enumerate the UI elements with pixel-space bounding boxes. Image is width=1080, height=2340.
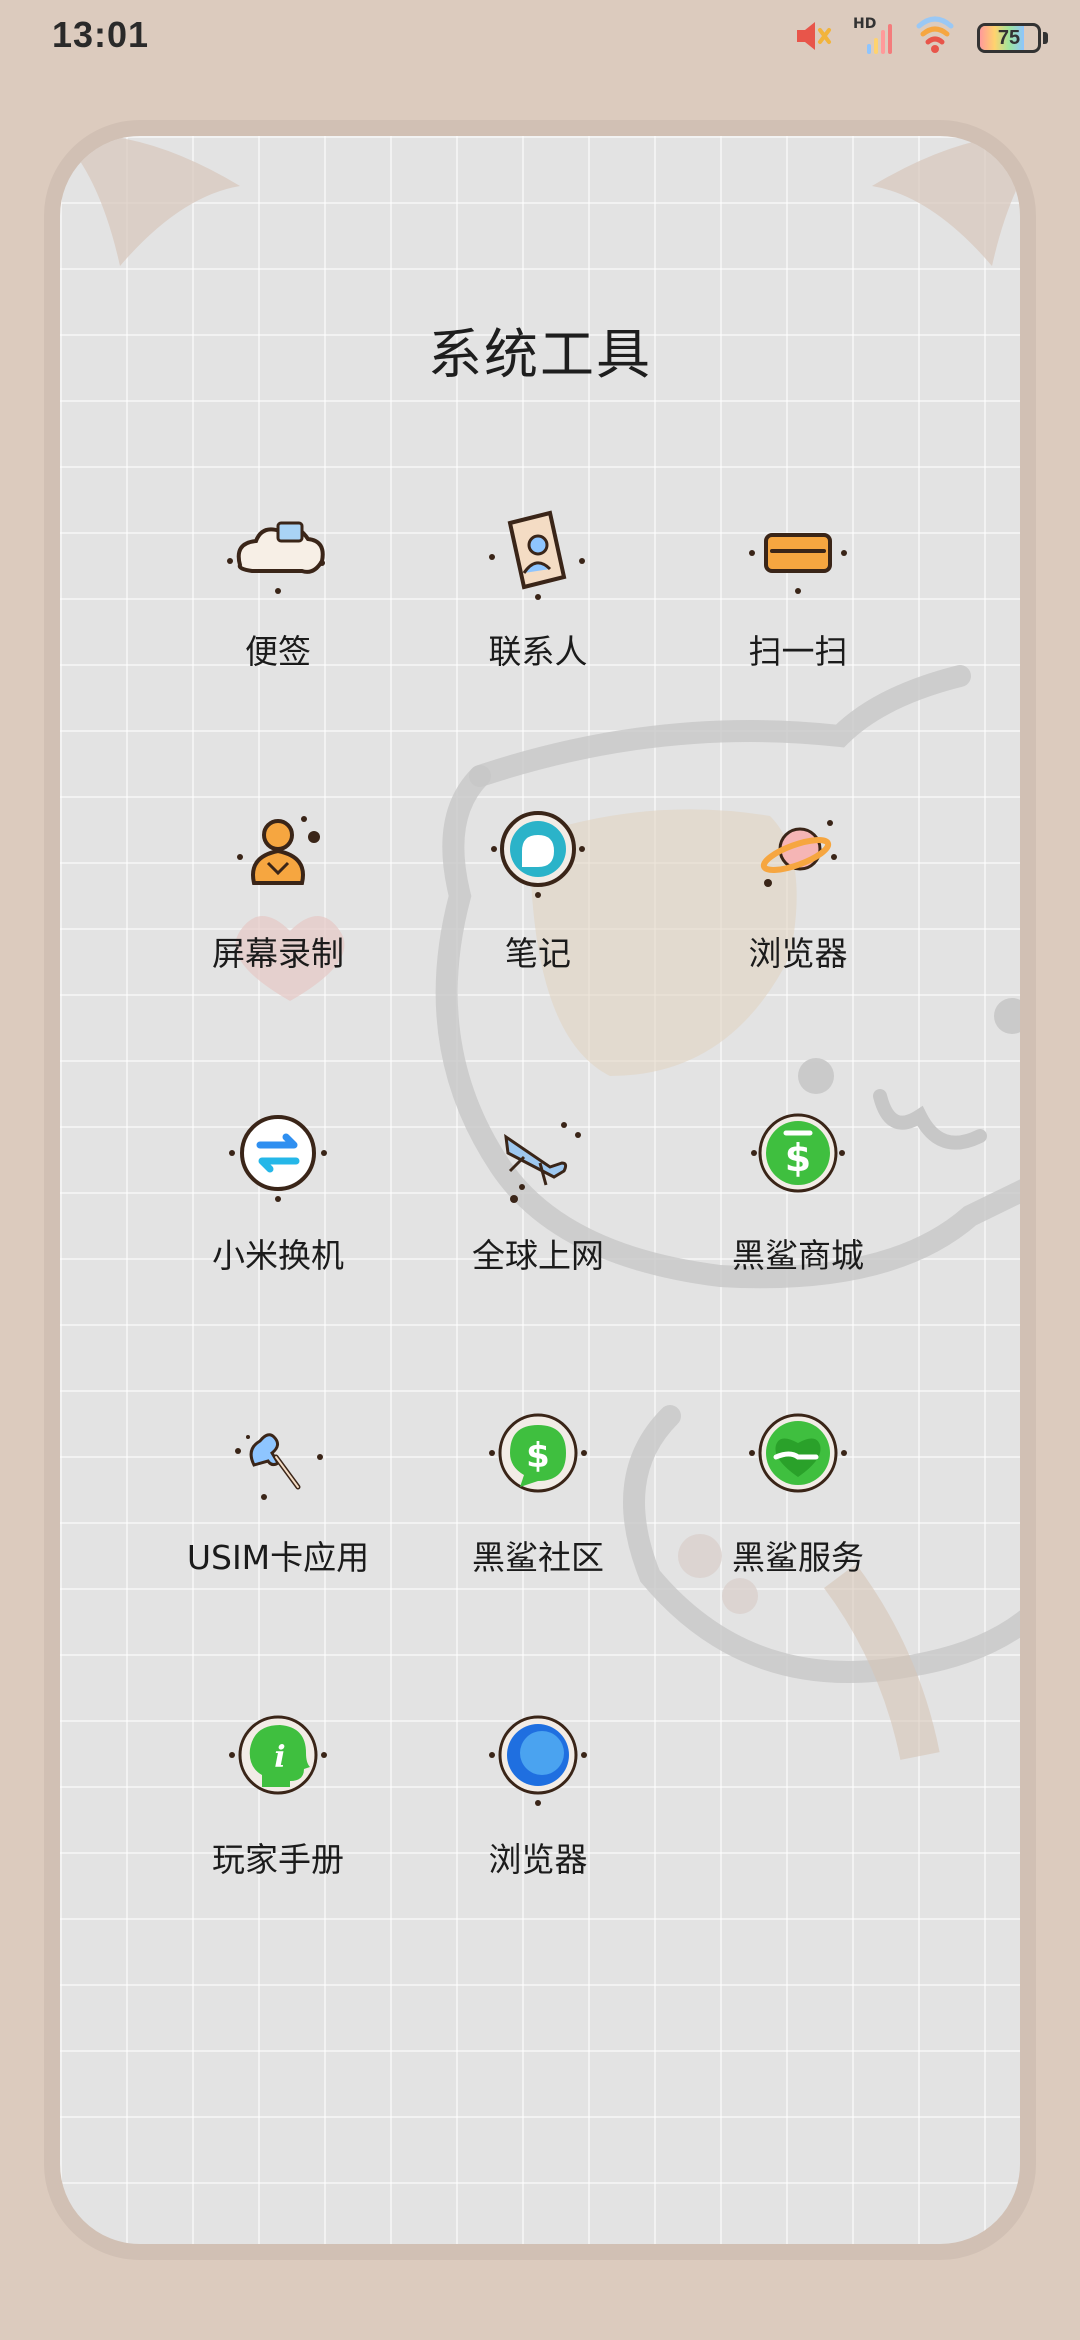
app-label: 便签 <box>245 632 311 671</box>
blue-browser-icon <box>489 1715 587 1806</box>
app-label: 黑鲨商城 <box>732 1236 864 1275</box>
app-label: 笔记 <box>505 934 571 973</box>
app-notes-bubble[interactable]: 笔记 <box>428 797 648 1037</box>
app-planet-browser[interactable]: 浏览器 <box>688 797 908 1037</box>
app-blackshark-service[interactable]: 黑鲨服务 <box>688 1401 908 1641</box>
planet-browser-icon <box>760 820 837 887</box>
app-label: 扫一扫 <box>748 632 848 671</box>
community-dollar-icon: $ <box>489 1413 587 1493</box>
service-heart-icon <box>749 1413 847 1493</box>
app-label: 屏幕录制 <box>212 934 344 973</box>
axe-icon <box>235 1433 323 1500</box>
app-grid: 便签 联系人 扫一扫 屏幕录制 笔记 浏览器 小米换机 全球上网 $ 黑鲨商城 … <box>0 0 1080 2340</box>
transfer-arrows-icon <box>229 1115 327 1202</box>
svg-text:$: $ <box>785 1136 811 1180</box>
app-label: 黑鲨服务 <box>732 1538 864 1577</box>
app-notes[interactable]: 便签 <box>168 495 388 735</box>
contacts-icon <box>489 510 585 600</box>
shop-dollar-icon: $ <box>751 1113 845 1193</box>
app-label: USIM卡应用 <box>186 1538 370 1577</box>
app-blue-browser[interactable]: 浏览器 <box>428 1703 648 1943</box>
notes-bubble-icon <box>491 811 585 898</box>
app-blackshark-community[interactable]: $ 黑鲨社区 <box>428 1401 648 1641</box>
screen-recorder-icon <box>237 816 320 885</box>
app-player-handbook[interactable]: i 玩家手册 <box>168 1703 388 1943</box>
app-label: 联系人 <box>488 632 588 671</box>
app-blackshark-shop[interactable]: $ 黑鲨商城 <box>688 1099 908 1339</box>
app-contacts[interactable]: 联系人 <box>428 495 648 735</box>
airplane-icon <box>504 1122 581 1203</box>
app-scanner[interactable]: 扫一扫 <box>688 495 908 735</box>
app-screen-recorder[interactable]: 屏幕录制 <box>168 797 388 1037</box>
notes-cloud-icon <box>227 521 325 594</box>
info-head-icon: i <box>229 1715 327 1795</box>
app-label: 小米换机 <box>212 1236 344 1275</box>
app-label: 浏览器 <box>748 934 848 973</box>
app-global-internet[interactable]: 全球上网 <box>428 1099 648 1339</box>
svg-text:i: i <box>274 1740 285 1775</box>
app-label: 全球上网 <box>472 1236 604 1275</box>
app-label: 玩家手册 <box>212 1840 344 1879</box>
app-label: 黑鲨社区 <box>472 1538 604 1577</box>
app-usim[interactable]: USIM卡应用 <box>168 1401 388 1641</box>
scanner-icon <box>749 533 847 594</box>
app-mi-mover[interactable]: 小米换机 <box>168 1099 388 1339</box>
app-label: 浏览器 <box>488 1840 588 1879</box>
svg-text:$: $ <box>526 1436 550 1476</box>
